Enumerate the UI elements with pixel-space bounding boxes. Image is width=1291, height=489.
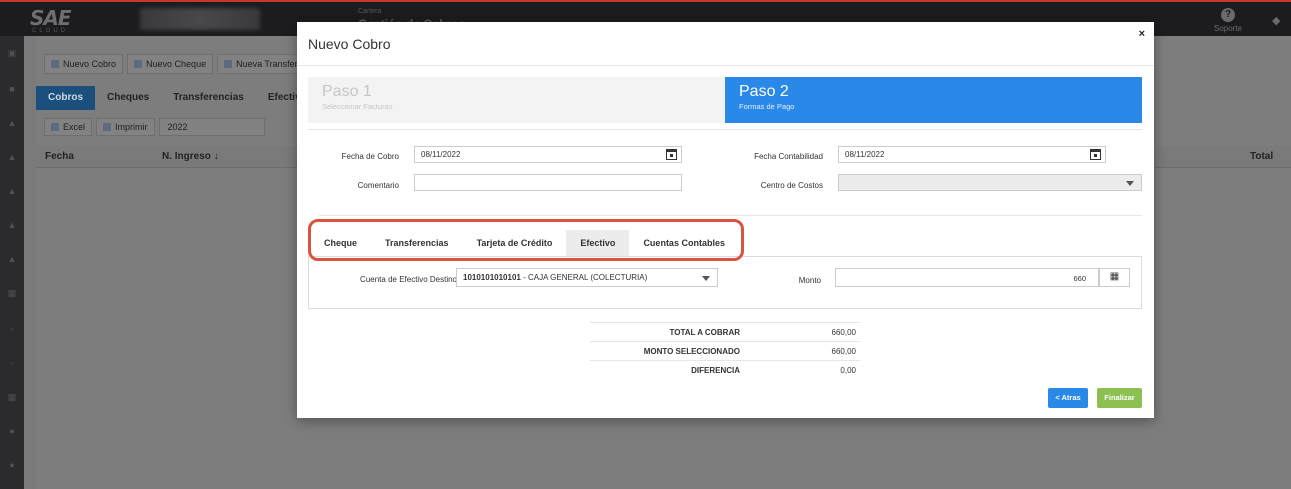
- total-row: MONTO SELECCIONADO 660,00: [590, 341, 860, 360]
- background-toolbar: Nuevo Cobro Nuevo Cheque Nueva Transfere: [44, 54, 310, 74]
- finish-button[interactable]: Finalizar: [1097, 388, 1142, 408]
- background-actions: Excel Imprimir 2022: [44, 118, 265, 136]
- monto-input[interactable]: 660: [835, 268, 1099, 287]
- fecha-contabilidad-value: 08/11/2022: [845, 150, 885, 159]
- monto-seleccionado-value: 660,00: [831, 347, 856, 356]
- cuenta-name: - CAJA GENERAL (COLECTURIA): [520, 273, 648, 282]
- modal-title: Nuevo Cobro: [308, 36, 391, 52]
- sidebar-icon-7[interactable]: ▲: [6, 254, 18, 264]
- excel-icon: [51, 123, 59, 131]
- tab-cobros[interactable]: Cobros: [36, 86, 95, 110]
- print-button[interactable]: Imprimir: [96, 118, 155, 136]
- step-2-name: Paso 2: [739, 83, 789, 100]
- background-tabs: Cobros Cheques Transferencias Efectivo: [36, 86, 319, 110]
- tab-cheque[interactable]: Cheque: [310, 230, 371, 256]
- total-row: DIFERENCIA 0,00: [590, 360, 860, 379]
- fecha-cobro-input[interactable]: 08/11/2022: [414, 146, 682, 163]
- sidebar-icon-6[interactable]: ▲: [6, 220, 18, 230]
- diferencia-value: 0,00: [840, 366, 856, 375]
- total-a-cobrar-value: 660,00: [831, 328, 856, 337]
- year-select[interactable]: 2022: [158, 118, 265, 136]
- column-total[interactable]: Total: [1250, 151, 1273, 162]
- totals-table: TOTAL A COBRAR 660,00 MONTO SELECCIONADO…: [590, 322, 860, 379]
- column-fecha[interactable]: Fecha: [45, 151, 74, 162]
- module-category: Cartera: [358, 8, 382, 15]
- help-icon: ?: [1221, 8, 1235, 22]
- step-1-desc: Seleccionar Facturas: [322, 102, 393, 111]
- sidebar-icon-folder-2[interactable]: ▫: [6, 358, 18, 368]
- logo-subtext: CLOUD: [32, 28, 69, 34]
- calculator-icon: ▦: [1109, 271, 1120, 282]
- logo-text: SAE: [30, 6, 72, 30]
- divider: [308, 129, 1142, 130]
- sidebar-icon-users-1[interactable]: ●: [6, 426, 18, 436]
- sidebar-icon-folder-1[interactable]: ▫: [6, 324, 18, 334]
- support-label: Soporte: [1213, 24, 1243, 33]
- app-logo[interactable]: SAE CLOUD: [30, 6, 82, 36]
- tab-cheques[interactable]: Cheques: [95, 86, 161, 110]
- pen-icon: [51, 60, 59, 68]
- sidebar-icon-3[interactable]: ▲: [6, 118, 18, 128]
- monto-label: Monto: [798, 276, 821, 285]
- monto-seleccionado-label: MONTO SELECCIONADO: [643, 347, 740, 356]
- total-row: TOTAL A COBRAR 660,00: [590, 322, 860, 341]
- cuenta-efectivo-label: Cuenta de Efectivo Destino: [360, 275, 457, 284]
- new-payment-button[interactable]: Nuevo Cobro: [44, 54, 124, 74]
- sidebar-icon-grid[interactable]: ▦: [6, 392, 18, 402]
- comentario-label: Comentario: [357, 181, 399, 190]
- chevron-down-icon: [702, 276, 710, 281]
- comentario-input[interactable]: [414, 174, 682, 191]
- sidebar: ▣ ■ ▲ ▲ ▲ ▲ ▲ ▦ ▫ ▫ ▦ ● ●: [0, 36, 24, 489]
- step-1[interactable]: Paso 1 Seleccionar Facturas: [308, 77, 725, 123]
- tab-cuentas-contables[interactable]: Cuentas Contables: [629, 230, 739, 256]
- chevron-down-icon: [1126, 181, 1134, 186]
- payment-method-tabs: Cheque Transferencias Tarjeta de Crédito…: [310, 230, 739, 256]
- tab-tarjeta-credito[interactable]: Tarjeta de Crédito: [463, 230, 567, 256]
- step-1-name: Paso 1: [322, 83, 372, 100]
- close-icon[interactable]: ×: [1139, 28, 1145, 40]
- step-2[interactable]: Paso 2 Formas de Pago: [725, 77, 1142, 123]
- new-transfer-button[interactable]: Nueva Transfere: [217, 54, 310, 74]
- cuenta-code: 1010101010101: [463, 273, 521, 282]
- divider: [319, 215, 1142, 216]
- fecha-cobro-label: Fecha de Cobro: [341, 152, 399, 161]
- sidebar-icon-users-2[interactable]: ●: [6, 460, 18, 470]
- excel-button[interactable]: Excel: [44, 118, 93, 136]
- diferencia-label: DIFERENCIA: [691, 366, 740, 375]
- sidebar-icon-5[interactable]: ▲: [6, 186, 18, 196]
- tab-transferencias[interactable]: Transferencias: [371, 230, 463, 256]
- sidebar-icon-4[interactable]: ▲: [6, 152, 18, 162]
- step-2-desc: Formas de Pago: [739, 102, 795, 111]
- sidebar-icon-1[interactable]: ▣: [6, 48, 18, 58]
- centro-costos-label: Centro de Costos: [760, 181, 823, 190]
- fecha-cobro-value: 08/11/2022: [421, 150, 461, 159]
- calendar-icon[interactable]: [666, 149, 677, 160]
- centro-costos-select[interactable]: [838, 174, 1142, 191]
- new-payment-modal: Nuevo Cobro × Paso 1 Seleccionar Factura…: [297, 22, 1154, 418]
- cuenta-efectivo-select[interactable]: 1010101010101 - CAJA GENERAL (COLECTURIA…: [456, 268, 718, 287]
- support-button[interactable]: ? Soporte: [1208, 6, 1248, 33]
- calendar-icon[interactable]: [1090, 149, 1101, 160]
- new-check-button[interactable]: Nuevo Cheque: [127, 54, 214, 74]
- calculator-button[interactable]: ▦: [1099, 268, 1130, 287]
- sidebar-icon-bank[interactable]: ▦: [6, 288, 18, 298]
- user-info-blurred: [140, 8, 260, 30]
- total-a-cobrar-label: TOTAL A COBRAR: [669, 328, 740, 337]
- modal-header: Nuevo Cobro ×: [297, 22, 1154, 66]
- column-ingreso[interactable]: N. Ingreso ↓: [162, 151, 219, 162]
- sidebar-icon-2[interactable]: ■: [6, 84, 18, 94]
- tab-efectivo[interactable]: Efectivo: [566, 230, 630, 256]
- fecha-contabilidad-input[interactable]: 08/11/2022: [838, 146, 1106, 163]
- bell-icon[interactable]: ◆: [1272, 14, 1280, 27]
- doc-icon: [134, 60, 143, 68]
- printer-icon: [103, 123, 112, 131]
- fecha-contabilidad-label: Fecha Contabilidad: [754, 152, 823, 161]
- doc-icon: [224, 60, 233, 68]
- tab-transferencias[interactable]: Transferencias: [161, 86, 256, 110]
- back-button[interactable]: < Atras: [1048, 388, 1088, 408]
- wizard-steps: Paso 1 Seleccionar Facturas Paso 2 Forma…: [308, 77, 1142, 123]
